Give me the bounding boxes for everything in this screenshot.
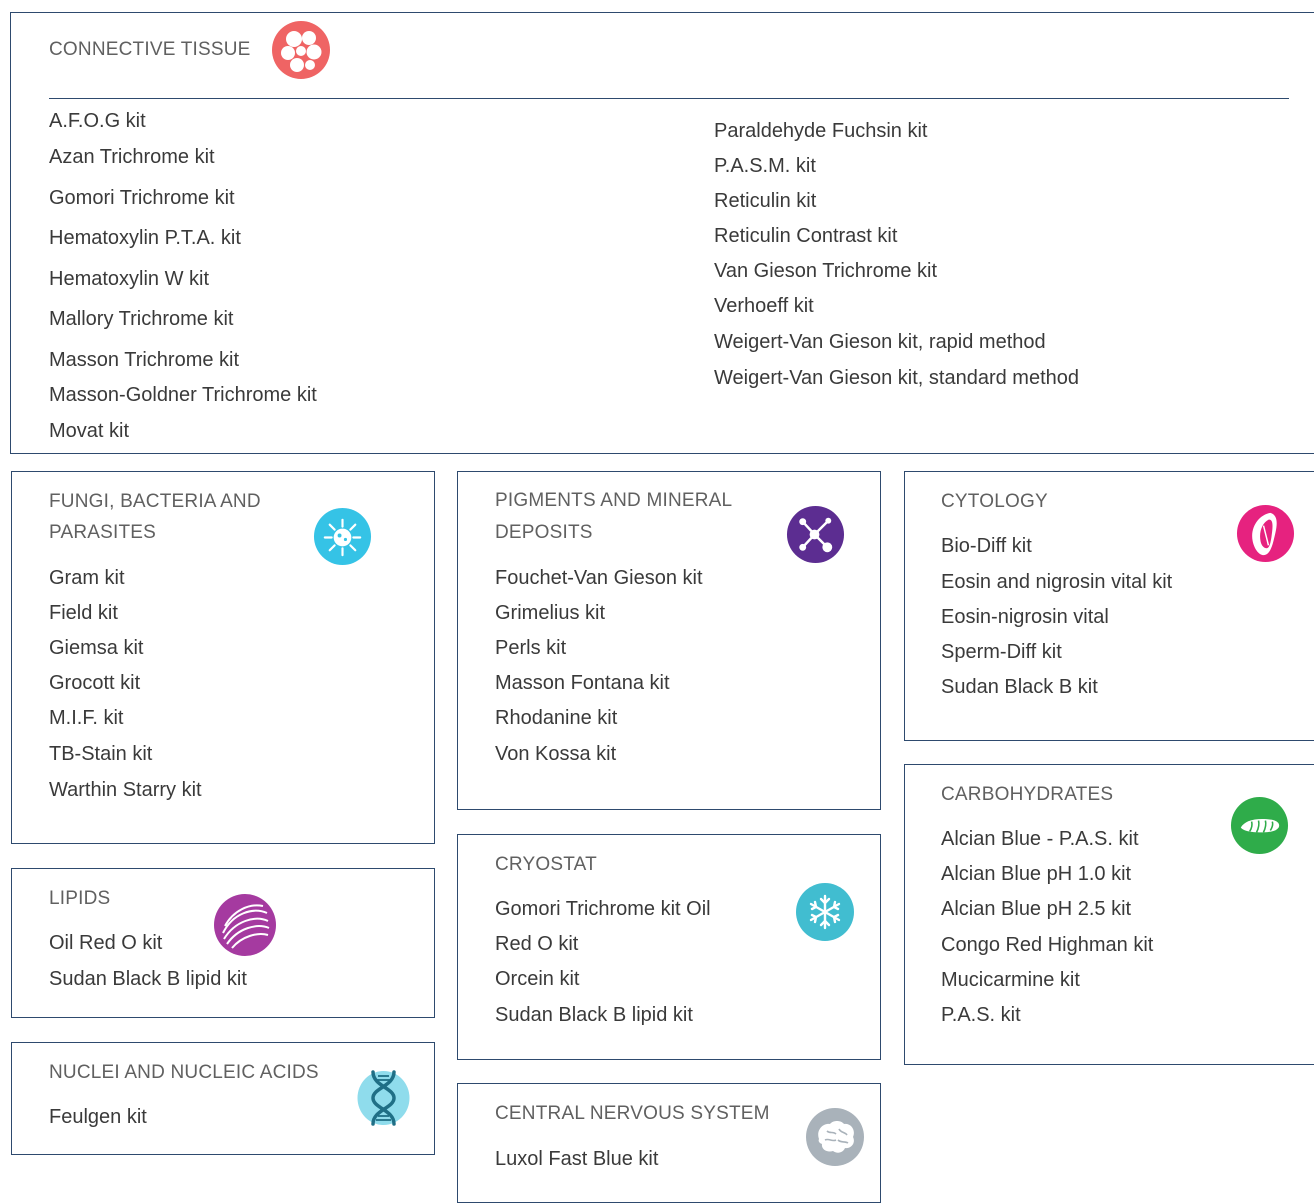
molecule-icon — [786, 505, 845, 564]
cytology-title: CYTOLOGY — [941, 491, 1048, 512]
fungi-bacteria-title-line2: PARASITES — [49, 522, 157, 543]
list-item[interactable]: Fouchet-Van Gieson kit — [495, 566, 703, 590]
list-item[interactable]: Red O kit — [495, 932, 578, 956]
list-item[interactable]: Hematoxylin W kit — [49, 267, 209, 291]
list-item[interactable]: Oil Red O kit — [49, 931, 162, 955]
cns-title: CENTRAL NERVOUS SYSTEM — [495, 1103, 770, 1124]
list-item[interactable]: TB-Stain kit — [49, 742, 152, 766]
list-item[interactable]: Movat kit — [49, 419, 129, 443]
list-item[interactable]: Reticulin kit — [714, 189, 816, 213]
list-item[interactable]: Grimelius kit — [495, 601, 605, 625]
list-item[interactable]: Sudan Black B lipid kit — [495, 1003, 693, 1027]
connective-tissue-divider — [49, 98, 1289, 99]
list-item[interactable]: Alcian Blue pH 2.5 kit — [941, 897, 1131, 921]
list-item[interactable]: Orcein kit — [495, 967, 579, 991]
list-item[interactable]: Alcian Blue pH 1.0 kit — [941, 862, 1131, 886]
list-item[interactable]: Warthin Starry kit — [49, 778, 202, 802]
list-item[interactable]: Luxol Fast Blue kit — [495, 1147, 658, 1171]
list-item[interactable]: Von Kossa kit — [495, 742, 616, 766]
snowflake-icon — [795, 882, 855, 942]
list-item[interactable]: Field kit — [49, 601, 118, 625]
list-item[interactable]: Paraldehyde Fuchsin kit — [714, 119, 927, 143]
nuclei-title: NUCLEI AND NUCLEIC ACIDS — [49, 1062, 319, 1083]
lipids-title: LIPIDS — [49, 888, 111, 909]
list-item[interactable]: Masson Fontana kit — [495, 671, 670, 695]
wheat-icon — [1230, 796, 1289, 855]
list-item[interactable]: P.A.S. kit — [941, 1003, 1021, 1027]
list-item[interactable]: Congo Red Highman kit — [941, 933, 1153, 957]
list-item[interactable]: M.I.F. kit — [49, 706, 123, 730]
list-item[interactable]: Weigert-Van Gieson kit, rapid method — [714, 330, 1046, 354]
list-item[interactable]: Masson Trichrome kit — [49, 348, 239, 372]
list-item[interactable]: Verhoeff kit — [714, 294, 814, 318]
list-item[interactable]: Eosin and nigrosin vital kit — [941, 570, 1172, 594]
list-item[interactable]: Bio-Diff kit — [941, 534, 1032, 558]
list-item[interactable]: Gomori Trichrome kit Oil — [495, 897, 711, 921]
brain-icon — [805, 1107, 865, 1167]
list-item[interactable]: Van Gieson Trichrome kit — [714, 259, 937, 283]
pigments-title-line2: DEPOSITS — [495, 522, 593, 543]
list-item[interactable]: Masson-Goldner Trichrome kit — [49, 383, 317, 407]
list-item[interactable]: Alcian Blue - P.A.S. kit — [941, 827, 1139, 851]
list-item[interactable]: Sperm-Diff kit — [941, 640, 1062, 664]
list-item[interactable]: Feulgen kit — [49, 1105, 147, 1129]
list-item[interactable]: Mucicarmine kit — [941, 968, 1080, 992]
list-item[interactable]: Eosin-nigrosin vital — [941, 605, 1109, 629]
list-item[interactable]: Gram kit — [49, 566, 125, 590]
list-item[interactable]: Sudan Black B kit — [941, 675, 1098, 699]
list-item[interactable]: Reticulin Contrast kit — [714, 224, 897, 248]
list-item[interactable]: Giemsa kit — [49, 636, 143, 660]
cryostat-title: CRYOSTAT — [495, 854, 597, 875]
list-item[interactable]: Gomori Trichrome kit — [49, 186, 235, 210]
fungi-bacteria-title-line1: FUNGI, BACTERIA AND — [49, 491, 261, 512]
cell-icon — [1236, 504, 1295, 563]
bacteria-icon — [313, 507, 372, 566]
lipid-icon — [213, 893, 277, 957]
list-item[interactable]: Rhodanine kit — [495, 706, 617, 730]
list-item[interactable]: Mallory Trichrome kit — [49, 307, 233, 331]
list-item[interactable]: Grocott kit — [49, 671, 140, 695]
cells-icon — [271, 20, 331, 80]
list-item[interactable]: Azan Trichrome kit — [49, 145, 215, 169]
connective-tissue-title: CONNECTIVE TISSUE — [49, 39, 251, 60]
pigments-title-line1: PIGMENTS AND MINERAL — [495, 490, 733, 511]
list-item[interactable]: Perls kit — [495, 636, 566, 660]
list-item[interactable]: Hematoxylin P.T.A. kit — [49, 226, 241, 250]
carbohydrates-title: CARBOHYDRATES — [941, 784, 1114, 805]
list-item[interactable]: Sudan Black B lipid kit — [49, 967, 247, 991]
list-item[interactable]: Weigert-Van Gieson kit, standard method — [714, 366, 1079, 390]
list-item[interactable]: P.A.S.M. kit — [714, 154, 816, 178]
list-item[interactable]: A.F.O.G kit — [49, 109, 146, 133]
dna-icon — [356, 1068, 411, 1128]
